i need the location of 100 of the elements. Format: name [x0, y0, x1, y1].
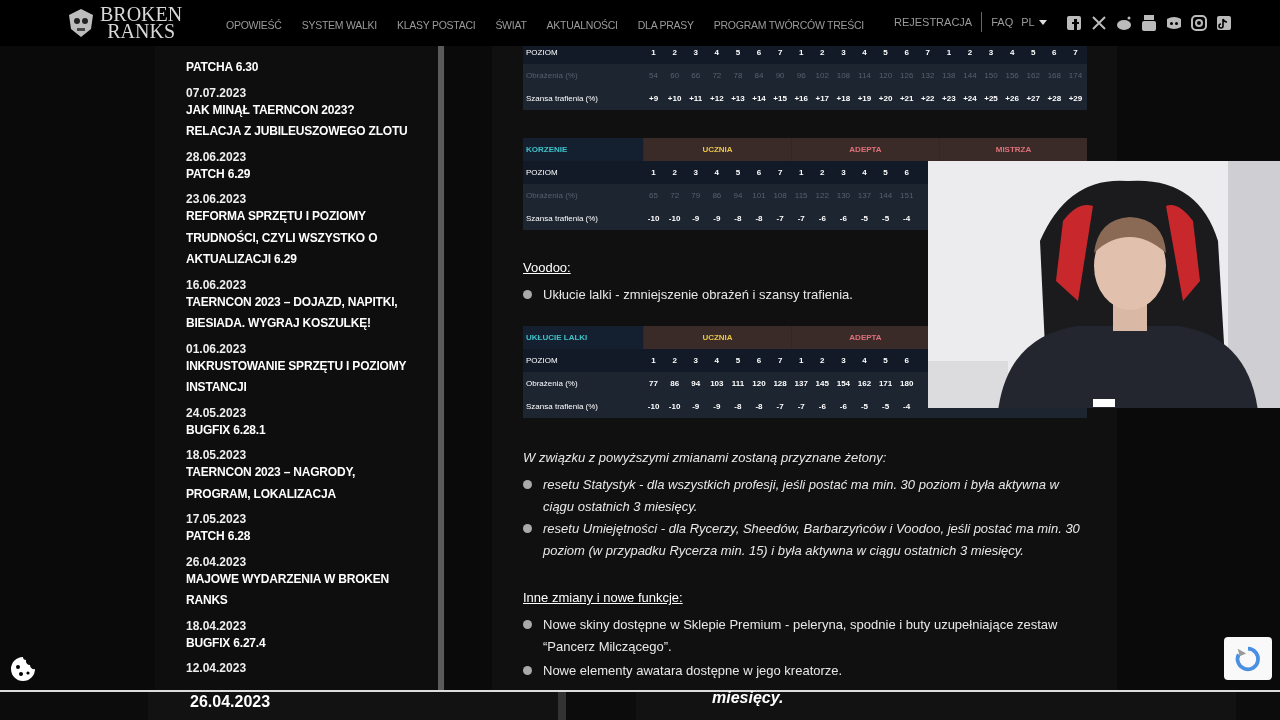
table-cell-text: 3	[692, 46, 699, 59]
news-link[interactable]: TAERNCON 2023 – NAGRODY, PROGRAM, LOKALIZACJA	[186, 462, 411, 505]
caret-icon	[1038, 19, 1047, 25]
nav-link[interactable]: OPOWIEŚĆ	[226, 18, 282, 34]
list-item-text: Ukłucie lalki - zmniejszenie obrażeń i szansy trafienia.	[543, 286, 853, 304]
table-cell-text: 171	[877, 377, 894, 390]
news-date: 24.05.2023	[186, 405, 248, 420]
nav-link[interactable]: ŚWIAT	[495, 18, 527, 34]
table-cell-text: +21	[898, 92, 915, 105]
table-cell-text: -5	[881, 212, 891, 225]
social-icon[interactable]	[1139, 14, 1158, 32]
cookie-icon[interactable]	[9, 655, 37, 683]
table-cell-text: 2	[671, 46, 678, 59]
news-link[interactable]: BUGFIX 6.28.1	[186, 419, 411, 441]
social-icon[interactable]	[1089, 14, 1108, 32]
table-cell-text: 7	[924, 46, 931, 59]
list-item-text: Nowe skiny dostępne w Sklepie Premium - peleryna, spodnie i buty uzupełniające zestaw “Pancerz Milczącego”.	[543, 616, 1059, 656]
nav-link[interactable]: SYSTEM WALKI	[301, 18, 377, 34]
table-cell-text: 1	[650, 46, 657, 59]
table-cell-text: 5	[1030, 46, 1037, 59]
table-cell-text: +20	[877, 92, 894, 105]
list-item-text: resetu Statystyk - dla wszystkich profesji, jeśli postać ma min. 30 poziom i była aktywna w ciągu ostatnich 3 miesięcy.	[543, 476, 1061, 516]
table-cell-text: 2	[819, 166, 826, 179]
news-link[interactable]: REFORMA SPRZĘTU I POZIOMY TRUDNOŚCI, CZYLI WSZYSTKO O AKTUALIZACJI 6.29	[186, 206, 411, 271]
news-link[interactable]: INKRUSTOWANIE SPRZĘTU I POZIOMY INSTANCJI	[186, 355, 411, 399]
social-icon[interactable]	[1164, 14, 1183, 32]
news-date: 07.07.2023	[186, 85, 248, 100]
news-date: 23.06.2023	[186, 192, 248, 206]
faq-link[interactable]: FAQ	[991, 13, 1014, 31]
social-icon[interactable]	[1189, 14, 1208, 32]
social-icon[interactable]	[1114, 14, 1133, 32]
scrollbar[interactable]	[558, 692, 566, 720]
scrollbar[interactable]	[438, 46, 444, 690]
register-link[interactable]: REJESTRACJA	[893, 13, 973, 31]
news-date: 28.06.2023	[186, 149, 248, 164]
row-label: Szansa trafienia (%)	[525, 400, 600, 413]
nav-link[interactable]: DLA PRASY	[637, 18, 694, 34]
table-cell-text: -8	[754, 212, 764, 225]
recaptcha-badge	[1224, 637, 1272, 680]
news-date: 18.05.2023	[186, 448, 248, 462]
table-cell-text: +26	[1004, 92, 1020, 105]
table-cell-text: 7	[776, 354, 784, 367]
table-cell-text: +13	[730, 92, 746, 105]
table-cell-text: -6	[817, 400, 827, 413]
table-cell-text: 6	[755, 166, 763, 179]
table-cell-text: 3	[840, 166, 847, 179]
news-date: 01.06.2023	[186, 341, 248, 356]
table-cell-text: 162	[856, 377, 873, 390]
table-cell-text: 5	[882, 354, 889, 367]
table-cell-text: -5	[859, 400, 870, 413]
news-link[interactable]: PATCH 6.28	[186, 526, 411, 548]
table-cell-text: -10	[646, 400, 661, 413]
logo-text[interactable]: RANKS	[107, 23, 175, 40]
bullet-icon	[523, 666, 532, 675]
news-link[interactable]: TAERNCON 2023 – DOJAZD, NAPITKI, BIESIADA. WYGRAJ KOSZULKĘ!	[186, 291, 411, 335]
logo-text[interactable]: BROKEN	[100, 6, 183, 23]
list-item-text: Nowe elementy awatara dostępne w jego kreatorze.	[543, 662, 843, 680]
news-link[interactable]: PATCHA 6.30	[186, 57, 411, 79]
skull-emblem-icon[interactable]	[66, 7, 96, 39]
row-label: Szansa trafienia (%)	[525, 92, 600, 105]
table-cell-text: 137	[793, 377, 809, 390]
table-cell-text: 7	[1072, 46, 1079, 59]
table-cell-text: 3	[692, 166, 699, 179]
table-cell-text: -10	[667, 212, 682, 225]
table-cell-text: -7	[775, 400, 785, 413]
news-link[interactable]: JAK MINĄŁ TAERNCON 2023? RELACJA Z JUBILEUSZOWEGO ZLOTU	[186, 99, 411, 143]
group-header: MISTRZA	[995, 143, 1032, 156]
language-dropdown[interactable]: PL	[1021, 13, 1047, 31]
nav-link[interactable]: KLASY POSTACI	[396, 18, 476, 34]
table-cell-text: -6	[817, 212, 827, 225]
news-link[interactable]: PATCH 6.29	[186, 163, 411, 185]
table-cell-text: 4	[713, 46, 721, 59]
news-link[interactable]: BUGFIX 6.27.4	[186, 632, 411, 654]
group-header: ADEPTA	[849, 331, 882, 344]
table-cell-text: 1	[650, 166, 657, 179]
table-cell-text: 2	[819, 354, 826, 367]
table-cell-text: 86	[669, 377, 681, 390]
news-link[interactable]: MAJOWE WYDARZENIA W BROKEN RANKS	[186, 568, 411, 612]
table-title: KORZENIE	[523, 138, 643, 161]
social-icon[interactable]	[1064, 14, 1083, 32]
table-cell-text: 154	[835, 377, 852, 390]
table-cell-text: -7	[796, 212, 806, 225]
table-cell-text: -5	[859, 212, 870, 225]
nav-link[interactable]: AKTUALNOŚCI	[546, 18, 618, 34]
table-cell-text: 2	[966, 46, 974, 59]
table-cell-text: 1	[797, 166, 805, 179]
table-cell-text: +28	[1046, 92, 1063, 105]
table-cell-text: +24	[962, 92, 978, 105]
row-label: POZIOM	[525, 354, 559, 367]
table-cell-text: 6	[1051, 46, 1058, 59]
row-label: Obrażenia (%)	[525, 377, 579, 390]
table-cell-text: 1	[797, 354, 805, 367]
news-date: 16.06.2023	[186, 277, 248, 292]
social-icon[interactable]	[1214, 14, 1233, 32]
table-cell-text: -6	[838, 212, 848, 225]
table-cell-text: 3	[840, 46, 847, 59]
table-cell-text: +17	[814, 92, 831, 105]
nav-link[interactable]: PROGRAM TWÓRCÓW TREŚCI	[713, 18, 864, 34]
table-cell-text: -9	[691, 212, 701, 225]
table-cell-text: +19	[856, 92, 873, 105]
